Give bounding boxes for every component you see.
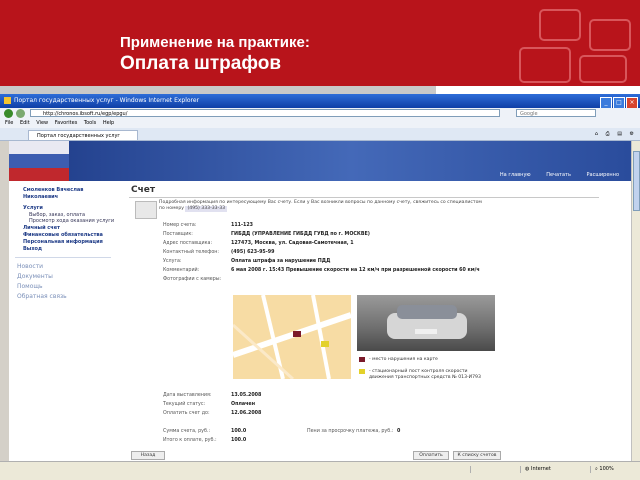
internet-zone: ◍ Internet bbox=[520, 466, 585, 473]
penalty-value: 0 bbox=[397, 429, 401, 434]
pay-button[interactable]: Оплатить bbox=[413, 451, 449, 460]
browser-window: Портал государственных услуг - Windows I… bbox=[0, 94, 640, 480]
menu-file[interactable]: File bbox=[5, 120, 13, 126]
tab-bar: Портал государственных услуг ⌂ ⎙ ▤ ⚙ bbox=[0, 128, 640, 141]
status-value: Оплачен bbox=[231, 402, 256, 407]
car-image bbox=[387, 305, 467, 339]
window-title: Портал государственных услуг - Windows I… bbox=[14, 97, 200, 104]
field-label: Фотографии с камеры: bbox=[163, 277, 222, 282]
slide-title: Оплата штрафов bbox=[120, 53, 282, 74]
user-name: Смоленков Вячеслав Николаевич bbox=[23, 187, 84, 200]
sidebar-item-exit[interactable]: Выход bbox=[23, 246, 42, 252]
zone-label: Internet bbox=[530, 466, 551, 472]
field-value: 111-123 bbox=[231, 223, 254, 228]
menu-view[interactable]: View bbox=[36, 120, 48, 126]
vertical-scrollbar[interactable] bbox=[631, 141, 640, 461]
back-button[interactable]: Назад bbox=[131, 451, 165, 460]
sidebar-link-documents[interactable]: Документы bbox=[17, 273, 53, 281]
camera-post-icon bbox=[359, 369, 365, 374]
field-value: ГИБДД (УПРАВЛЕНИЕ ГИБДД ГУВД по г. МОСКВ… bbox=[231, 232, 370, 237]
ie-icon bbox=[4, 97, 11, 104]
field-label: Поставщик: bbox=[163, 232, 193, 237]
sidebar-link-news[interactable]: Новости bbox=[17, 263, 43, 271]
link-extended[interactable]: Расширенно bbox=[587, 172, 620, 178]
legend-text: - место нарушения на карте bbox=[369, 357, 438, 362]
sidebar: Смоленков Вячеслав Николаевич Услуги Выб… bbox=[9, 181, 119, 461]
date-label: Оплатить счет до: bbox=[163, 411, 210, 416]
slide-subtitle: Применение на практике: bbox=[120, 34, 310, 51]
legend-text: - стационарный пост контроля скорости дв… bbox=[369, 369, 481, 380]
field-value: Оплата штрафа за нарушение ПДД bbox=[231, 259, 331, 264]
info-phone: (495) 333-33-33 bbox=[185, 206, 228, 212]
page-icon[interactable]: ▤ bbox=[617, 131, 622, 137]
date-value: 12.06.2008 bbox=[231, 411, 262, 416]
zoom-control[interactable]: ⌕ 100% bbox=[590, 466, 639, 473]
penalty-label: Пени за просрочку платежа, руб.: bbox=[307, 429, 394, 434]
address-bar: http://chronos.ibsoft.ru/egp/epgu/ Googl… bbox=[0, 108, 640, 119]
page-viewport: На главную Печатать Расширенно Смоленков… bbox=[9, 141, 631, 461]
link-home[interactable]: На главную bbox=[500, 172, 531, 178]
home-icon[interactable]: ⌂ bbox=[595, 131, 598, 137]
info-text: Подробная информация по интересующему Ва… bbox=[159, 200, 489, 212]
menu-favorites[interactable]: Favorites bbox=[55, 120, 78, 126]
sidebar-item-finance[interactable]: Финансовые обязательства bbox=[23, 232, 103, 238]
tools-icon[interactable]: ⚙ bbox=[630, 131, 634, 137]
slide-banner: Применение на практике: Оплата штрафов bbox=[0, 0, 640, 86]
sidebar-item-account[interactable]: Личный счет bbox=[23, 225, 60, 231]
scrollbar-thumb[interactable] bbox=[633, 151, 640, 211]
sidebar-link-feedback[interactable]: Обратная связь bbox=[17, 293, 67, 301]
violation-marker-icon bbox=[359, 357, 365, 362]
violation-map[interactable] bbox=[233, 295, 351, 379]
title-divider bbox=[129, 197, 599, 198]
total-label: Сумма счета, руб.: bbox=[163, 429, 211, 434]
print-icon[interactable]: ⎙ bbox=[606, 131, 610, 137]
page-title: Счет bbox=[131, 185, 156, 195]
forward-arrow-icon[interactable] bbox=[16, 109, 25, 118]
total-label: Итого к оплате, руб.: bbox=[163, 438, 217, 443]
to-list-button[interactable]: К списку счетов bbox=[453, 451, 501, 460]
globe-icon: ◍ bbox=[525, 466, 530, 472]
menu-edit[interactable]: Edit bbox=[20, 120, 30, 126]
window-titlebar: Портал государственных услуг - Windows I… bbox=[0, 94, 640, 109]
field-label: Адрес поставщика: bbox=[163, 241, 213, 246]
decorative-pattern bbox=[519, 9, 631, 83]
search-input[interactable]: Google bbox=[516, 109, 596, 117]
site-header: На главную Печатать Расширенно bbox=[9, 141, 631, 181]
menu-tools[interactable]: Tools bbox=[84, 120, 96, 126]
flag-graphic bbox=[9, 141, 69, 181]
back-arrow-icon[interactable] bbox=[4, 109, 13, 118]
total-value: 100.0 bbox=[231, 429, 247, 434]
link-print[interactable]: Печатать bbox=[546, 172, 571, 178]
sidebar-item-services[interactable]: Услуги bbox=[23, 205, 43, 211]
zoom-icon: ⌕ bbox=[595, 466, 598, 472]
site-header-links: На главную Печатать Расширенно bbox=[486, 172, 619, 178]
status-bar: ◍ Internet ⌕ 100% bbox=[0, 461, 640, 480]
field-label: Контактный телефон: bbox=[163, 250, 220, 255]
field-value: 6 мая 2008 г. 15:43 Превышение скорости … bbox=[231, 268, 480, 273]
status-cell bbox=[470, 466, 511, 473]
zoom-level: 100% bbox=[599, 466, 614, 472]
menu-help[interactable]: Help bbox=[103, 120, 114, 126]
info-icon bbox=[135, 201, 157, 219]
field-label: Комментарий: bbox=[163, 268, 200, 273]
sidebar-divider bbox=[15, 257, 111, 258]
field-value: (495) 623-95-99 bbox=[231, 250, 275, 255]
date-label: Текущий статус: bbox=[163, 402, 206, 407]
sidebar-link-help[interactable]: Помощь bbox=[17, 283, 43, 291]
camera-photo[interactable] bbox=[357, 295, 495, 351]
sidebar-subitem-progress[interactable]: Просмотр хода оказания услуги bbox=[29, 218, 114, 224]
tab-portal[interactable]: Портал государственных услуг bbox=[28, 130, 138, 140]
date-label: Дата выставления: bbox=[163, 393, 212, 398]
sidebar-item-personal[interactable]: Персональная информация bbox=[23, 239, 103, 245]
date-value: 13.05.2008 bbox=[231, 393, 262, 398]
map-graphic bbox=[233, 295, 351, 379]
toolbar-icons: ⌂ ⎙ ▤ ⚙ bbox=[589, 130, 634, 139]
field-label: Номер счета: bbox=[163, 223, 197, 228]
field-value: 127473, Москва, ул. Садовая-Самотечная, … bbox=[231, 241, 354, 246]
menu-bar: File Edit View Favorites Tools Help bbox=[0, 119, 640, 128]
url-input[interactable]: http://chronos.ibsoft.ru/egp/epgu/ bbox=[30, 109, 500, 117]
field-label: Услуга: bbox=[163, 259, 182, 264]
total-value: 100.0 bbox=[231, 438, 247, 443]
invoice-panel: Счет Подробная информация по интересующе… bbox=[125, 181, 621, 461]
